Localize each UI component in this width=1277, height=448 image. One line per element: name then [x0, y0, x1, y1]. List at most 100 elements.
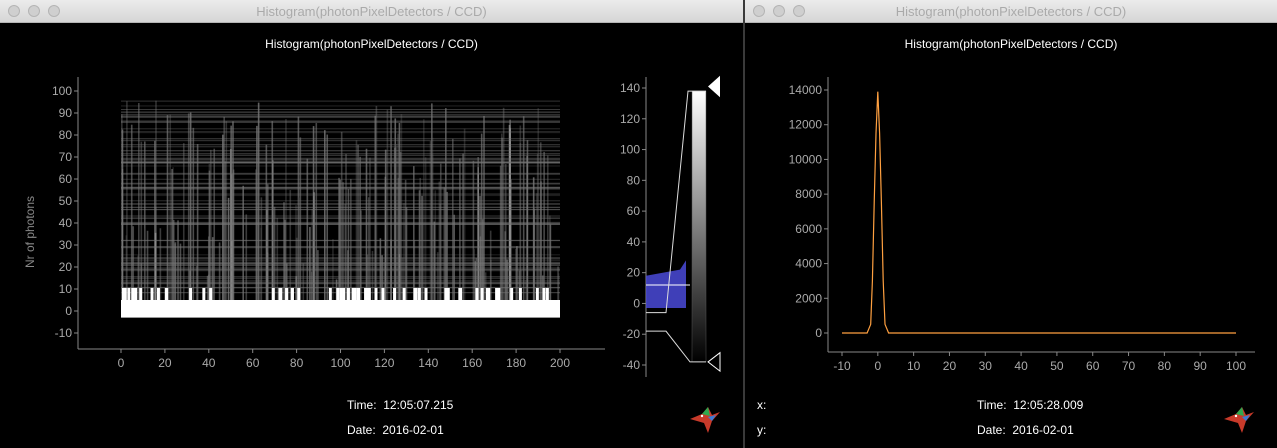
image-row	[121, 131, 560, 133]
image-row	[121, 264, 560, 266]
y-tick-label: 14000	[789, 83, 823, 97]
line-plot[interactable]: 0 2000 4000 6000 8000 10000 12000 14000 -10 0 10 20…	[745, 22, 1277, 448]
image-row	[121, 267, 560, 269]
hummingbird-logo-icon	[1224, 407, 1254, 433]
image-streak	[174, 243, 176, 300]
image-row	[121, 268, 560, 270]
y-tick-label: 8000	[795, 187, 822, 201]
image-spike	[139, 288, 143, 300]
image-spike	[290, 288, 294, 300]
y-tick-label: 50	[59, 194, 73, 208]
x-tick-label: 60	[1086, 359, 1100, 373]
time-value: 12:05:07.215	[383, 398, 454, 412]
image-spike	[285, 288, 289, 300]
x-tick-label: 140	[418, 356, 438, 370]
image-row	[121, 105, 560, 107]
y-axis-label: Nr of photons	[23, 196, 37, 268]
x-tick-label: 30	[979, 359, 993, 373]
y-tick-label: 20	[59, 260, 73, 274]
x-tick-label: 20	[158, 356, 172, 370]
colorbar-tick-label: 0	[633, 296, 640, 310]
image-spike	[402, 288, 406, 300]
hummingbird-logo-icon	[690, 407, 720, 433]
image-row	[121, 162, 560, 164]
date-label: Date:	[347, 423, 376, 437]
image-row	[121, 222, 560, 224]
image-streak	[230, 125, 232, 300]
titlebar[interactable]: Histogram(photonPixelDetectors / CCD)	[745, 0, 1277, 23]
image-row	[121, 188, 560, 190]
image-spike	[127, 288, 131, 300]
image-spike	[414, 288, 418, 300]
x-tick-label: 200	[550, 356, 570, 370]
image-row	[121, 121, 560, 123]
image-row	[121, 140, 560, 142]
image-spike	[164, 288, 168, 300]
image-plot[interactable]: Nr of photons -10 0 10 20 30 40 50 60 70 80 90 100 0…	[0, 22, 743, 448]
image-streak	[179, 243, 182, 300]
image-streak	[419, 177, 422, 300]
titlebar[interactable]: Histogram(photonPixelDetectors / CCD)	[0, 0, 743, 23]
time-readout: Time: 12:05:28.009	[977, 398, 1083, 412]
image-spike	[535, 288, 539, 300]
image-row	[121, 113, 560, 115]
y-tick-label: 30	[59, 238, 73, 252]
histogram-image[interactable]	[121, 100, 560, 318]
date-label: Date:	[977, 423, 1006, 437]
x-tick-label: 0	[118, 356, 125, 370]
x-tick-label: 10	[907, 359, 921, 373]
date-readout: Date: 2016-02-01	[977, 423, 1074, 437]
date-value: 2016-02-01	[382, 423, 444, 437]
image-streak	[367, 197, 370, 300]
image-row	[121, 100, 560, 102]
image-spike	[424, 288, 428, 300]
image-row	[121, 280, 560, 282]
x-tick-label: 80	[290, 356, 304, 370]
lut-max-handle-icon[interactable]	[708, 75, 720, 98]
image-spike	[278, 288, 282, 300]
y-readout: y:	[757, 423, 767, 437]
image-row	[121, 246, 560, 248]
y-tick-label: 10000	[789, 152, 823, 166]
image-spike	[134, 288, 138, 300]
series-line	[842, 91, 1236, 334]
y-tick-label: 90	[59, 106, 73, 120]
image-streak	[526, 140, 529, 300]
colorbar-tick-label: 20	[627, 266, 641, 280]
image-row	[121, 260, 560, 262]
x-tick-label: 60	[246, 356, 260, 370]
x-readout: x:	[757, 398, 767, 412]
image-row	[121, 215, 560, 217]
x-tick-label: 20	[943, 359, 957, 373]
y-tick-label: 4000	[795, 257, 822, 271]
image-row	[121, 278, 560, 280]
image-row	[121, 216, 560, 218]
x-tick-label: 90	[1194, 359, 1208, 373]
image-row	[121, 154, 560, 156]
image-spike	[209, 288, 213, 300]
x-tick-label: 50	[1050, 359, 1064, 373]
image-row	[121, 159, 560, 161]
image-spike	[123, 288, 127, 300]
image-spike	[393, 288, 397, 300]
y-tick-label: 70	[59, 150, 73, 164]
date-readout: Date: 2016-02-01	[347, 423, 444, 437]
histogram-lut-widget[interactable]: -40 -20 0 20 40 60 80 100 120 140	[620, 75, 721, 377]
image-row	[121, 150, 560, 152]
y-tick-label: 2000	[795, 291, 822, 305]
image-streak	[519, 125, 522, 300]
image-row	[121, 270, 560, 272]
image-row	[121, 120, 560, 122]
image-spike	[156, 288, 160, 300]
image-streak	[310, 271, 313, 300]
lut-min-handle-icon[interactable]	[707, 351, 721, 373]
colorbar-tick-label: 40	[627, 235, 641, 249]
x-tick-label: 100	[1226, 359, 1246, 373]
image-spike	[356, 288, 360, 300]
image-streak	[298, 197, 300, 300]
image-streak	[315, 123, 318, 300]
x-tick-label: 180	[506, 356, 526, 370]
image-spike	[367, 288, 371, 300]
image-row	[121, 206, 560, 208]
time-readout: Time: 12:05:07.215	[347, 398, 453, 412]
